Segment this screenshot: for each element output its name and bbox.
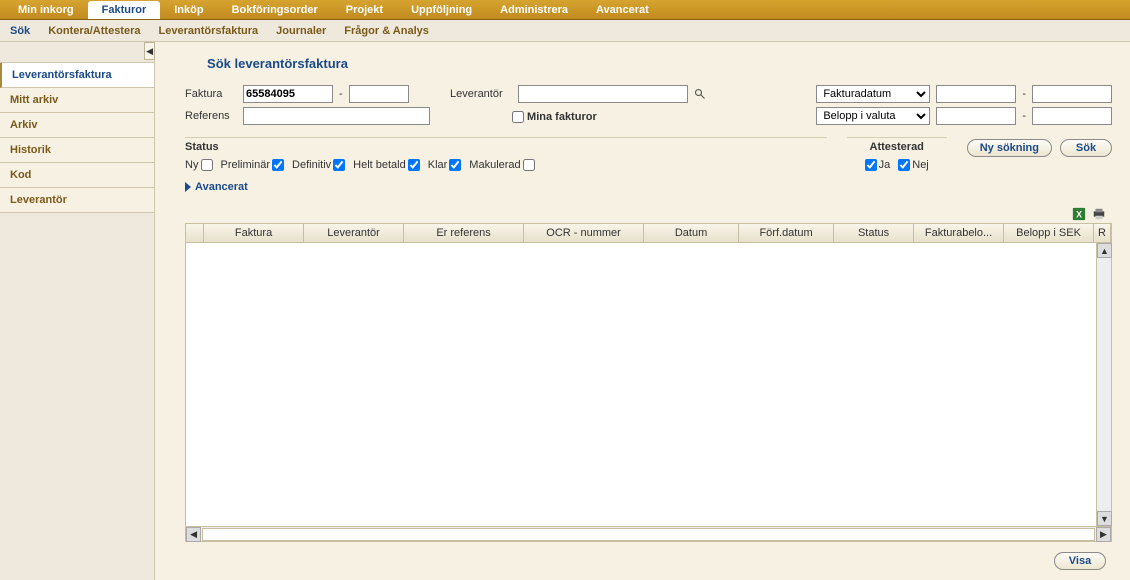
- sidebar-item-mitt-arkiv[interactable]: Mitt arkiv: [0, 88, 154, 113]
- export-excel-icon[interactable]: X: [1072, 207, 1086, 221]
- advanced-label: Avancerat: [195, 181, 248, 193]
- status-preliminar-label: Preliminär: [221, 159, 271, 171]
- chevron-right-icon: [185, 182, 191, 192]
- leverantor-input[interactable]: [518, 85, 688, 103]
- sidebar-item-arkiv[interactable]: Arkiv: [0, 113, 154, 138]
- visa-button[interactable]: Visa: [1054, 552, 1106, 570]
- status-ny-label: Ny: [185, 159, 198, 171]
- tab-administrera[interactable]: Administrera: [486, 1, 582, 19]
- filter1-to-input[interactable]: [1032, 85, 1112, 103]
- scroll-down-icon[interactable]: ▼: [1097, 511, 1112, 526]
- tab-projekt[interactable]: Projekt: [332, 1, 397, 19]
- attesterad-nej-checkbox[interactable]: [898, 159, 910, 171]
- faktura-dash: -: [339, 88, 343, 100]
- subtab-fragor-analys[interactable]: Frågor & Analys: [344, 25, 429, 37]
- th-faktura[interactable]: Faktura: [204, 224, 304, 242]
- status-definitiv-checkbox[interactable]: [333, 159, 345, 171]
- hscroll-track[interactable]: [202, 528, 1095, 541]
- status-definitiv-label: Definitiv: [292, 159, 331, 171]
- referens-label: Referens: [185, 110, 237, 122]
- tab-min-inkorg[interactable]: Min inkorg: [4, 1, 88, 19]
- filter1-from-input[interactable]: [936, 85, 1016, 103]
- print-icon[interactable]: [1092, 207, 1106, 221]
- th-r[interactable]: R: [1094, 224, 1111, 242]
- status-ny-checkbox[interactable]: [201, 159, 213, 171]
- table-body: ▲ ▼: [185, 243, 1112, 527]
- status-klar-checkbox[interactable]: [449, 159, 461, 171]
- tab-fakturor[interactable]: Fakturor: [88, 1, 161, 19]
- sidebar-collapse-icon[interactable]: ◀: [144, 42, 155, 60]
- th-forfdatum[interactable]: Förf.datum: [739, 224, 834, 242]
- page-title: Sök leverantörsfaktura: [207, 56, 1112, 71]
- th-fakturabelo[interactable]: Fakturabelo...: [914, 224, 1004, 242]
- tab-bokforingsorder[interactable]: Bokföringsorder: [218, 1, 332, 19]
- status-checkbox-row: Ny Preliminär Definitiv Helt betald Klar…: [185, 159, 827, 171]
- th-blank[interactable]: [186, 224, 204, 242]
- th-leverantor[interactable]: Leverantör: [304, 224, 404, 242]
- th-er-referens[interactable]: Er referens: [404, 224, 524, 242]
- leverantor-label: Leverantör: [450, 88, 512, 100]
- status-title: Status: [185, 137, 827, 153]
- attesterad-nej-label: Nej: [912, 159, 929, 171]
- th-belopp-sek[interactable]: Belopp i SEK: [1004, 224, 1094, 242]
- search-icon[interactable]: [694, 88, 706, 100]
- referens-input[interactable]: [243, 107, 430, 125]
- status-makulerad-label: Makulerad: [469, 159, 520, 171]
- sidebar-item-kod[interactable]: Kod: [0, 163, 154, 188]
- status-makulerad-checkbox[interactable]: [523, 159, 535, 171]
- secondary-nav: Sök Kontera/Attestera Leverantörsfaktura…: [0, 20, 1130, 42]
- mina-fakturor-label: Mina fakturor: [527, 111, 597, 123]
- sidebar-item-leverantor[interactable]: Leverantör: [0, 188, 154, 213]
- filter2-dash: -: [1022, 110, 1026, 122]
- tab-avancerat[interactable]: Avancerat: [582, 1, 663, 19]
- scroll-left-icon[interactable]: ◀: [186, 527, 201, 542]
- mina-fakturor-checkbox[interactable]: [512, 111, 524, 123]
- scroll-up-icon[interactable]: ▲: [1097, 243, 1112, 258]
- subtab-kontera-attestera[interactable]: Kontera/Attestera: [48, 25, 140, 37]
- th-datum[interactable]: Datum: [644, 224, 739, 242]
- attesterad-title: Attesterad: [847, 137, 947, 153]
- filter-select-1[interactable]: Fakturadatum: [816, 85, 930, 103]
- faktura-label: Faktura: [185, 88, 237, 100]
- sidebar-item-historik[interactable]: Historik: [0, 138, 154, 163]
- faktura-from-input[interactable]: [243, 85, 333, 103]
- status-preliminar-checkbox[interactable]: [272, 159, 284, 171]
- ny-sokning-button[interactable]: Ny sökning: [967, 139, 1052, 157]
- filter1-dash: -: [1022, 88, 1026, 100]
- advanced-toggle[interactable]: Avancerat: [185, 181, 1112, 193]
- status-helt-betald-checkbox[interactable]: [408, 159, 420, 171]
- main-content: Sök leverantörsfaktura Faktura - Referen…: [155, 42, 1130, 580]
- vertical-scrollbar[interactable]: ▲ ▼: [1096, 243, 1111, 526]
- tab-uppfoljning[interactable]: Uppföljning: [397, 1, 486, 19]
- sidebar-item-leverantorsfaktura[interactable]: Leverantörsfaktura: [0, 63, 154, 88]
- status-helt-betald-label: Helt betald: [353, 159, 406, 171]
- subtab-journaler[interactable]: Journaler: [276, 25, 326, 37]
- table-header: Faktura Leverantör Er referens OCR - num…: [185, 223, 1112, 243]
- filter2-from-input[interactable]: [936, 107, 1016, 125]
- attesterad-ja-label: Ja: [879, 159, 891, 171]
- horizontal-scrollbar[interactable]: ◀ ▶: [185, 527, 1112, 542]
- th-status[interactable]: Status: [834, 224, 914, 242]
- scroll-right-icon[interactable]: ▶: [1096, 527, 1111, 542]
- primary-nav: Min inkorg Fakturor Inköp Bokföringsorde…: [0, 0, 1130, 20]
- sidebar: ◀ Leverantörsfaktura Mitt arkiv Arkiv Hi…: [0, 42, 155, 580]
- sok-button[interactable]: Sök: [1060, 139, 1112, 157]
- svg-text:X: X: [1076, 210, 1082, 220]
- tab-inkop[interactable]: Inköp: [160, 1, 217, 19]
- subtab-sok[interactable]: Sök: [10, 25, 30, 37]
- status-klar-label: Klar: [428, 159, 448, 171]
- filter2-to-input[interactable]: [1032, 107, 1112, 125]
- attesterad-ja-checkbox[interactable]: [865, 159, 877, 171]
- th-ocr-nummer[interactable]: OCR - nummer: [524, 224, 644, 242]
- filter-select-2[interactable]: Belopp i valuta: [816, 107, 930, 125]
- subtab-leverantorsfaktura[interactable]: Leverantörsfaktura: [159, 25, 259, 37]
- faktura-to-input[interactable]: [349, 85, 409, 103]
